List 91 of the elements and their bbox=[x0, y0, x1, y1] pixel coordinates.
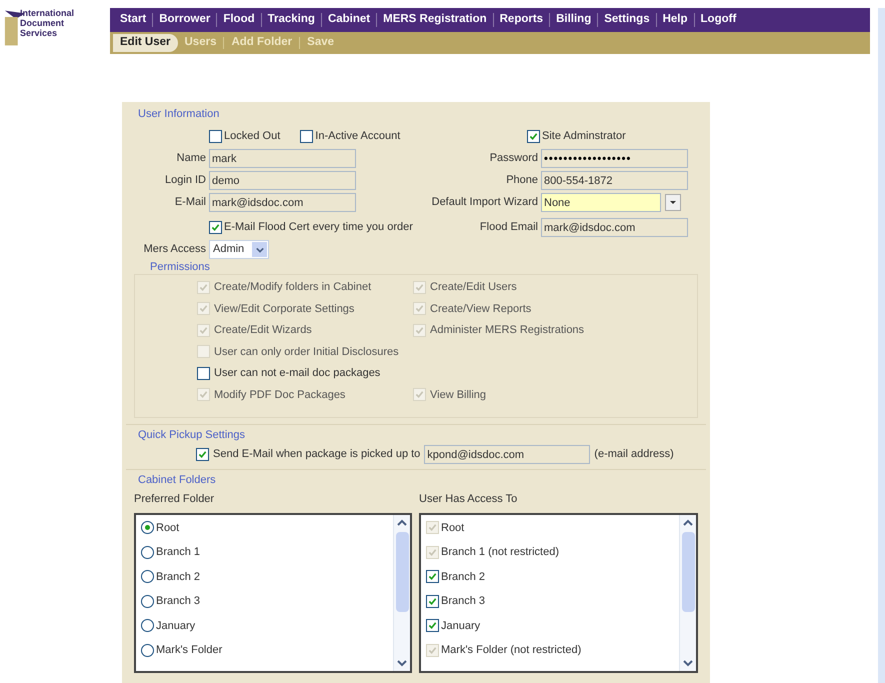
scroll-down-icon[interactable] bbox=[683, 658, 693, 668]
text-field[interactable]: mark bbox=[209, 149, 356, 168]
checkbox-label: View Billing bbox=[430, 388, 486, 402]
checkbox-label: E-Mail Flood Cert every time you order bbox=[224, 220, 413, 236]
checkbox[interactable] bbox=[426, 619, 439, 632]
text-field[interactable]: demo bbox=[209, 171, 356, 190]
list-label: Preferred Folder bbox=[134, 493, 214, 505]
field-label: Password bbox=[488, 151, 538, 166]
caret-icon bbox=[256, 246, 264, 254]
logo-text: Document bbox=[20, 18, 66, 28]
radio-button[interactable] bbox=[141, 644, 154, 657]
nav-link[interactable]: Settings bbox=[598, 11, 656, 29]
nav-link[interactable]: Cabinet bbox=[322, 11, 376, 29]
checkbox-label: User can only order Initial Disclosures bbox=[214, 344, 399, 360]
field-label: E-Mail bbox=[174, 195, 206, 210]
checkbox-label: Create/View Reports bbox=[430, 302, 532, 316]
checkbox[interactable] bbox=[196, 448, 209, 461]
nav-link[interactable]: Tracking bbox=[262, 11, 321, 29]
field-label: Mers Access bbox=[142, 242, 206, 258]
field-hint: (e-mail address) bbox=[594, 447, 674, 462]
checkbox[interactable] bbox=[426, 570, 439, 584]
checkbox-label: Create/Modify folders in Cabinet bbox=[214, 280, 372, 295]
scrollbar[interactable] bbox=[679, 514, 696, 670]
sub-nav-tab[interactable]: Edit User bbox=[113, 34, 178, 52]
field-label: Name bbox=[176, 151, 206, 166]
text-field[interactable]: mark@idsdoc.com bbox=[541, 218, 688, 237]
page-scrollbar[interactable] bbox=[878, 8, 885, 683]
checkbox-label: In-Active Account bbox=[315, 129, 400, 144]
nav-link[interactable]: Reports bbox=[494, 11, 550, 29]
radio-button[interactable] bbox=[141, 594, 154, 608]
radio-button[interactable] bbox=[141, 570, 154, 584]
text-field[interactable]: mark@idsdoc.com bbox=[209, 193, 356, 212]
text-field[interactable]: 800-554-1872 bbox=[541, 171, 688, 190]
checkbox[interactable] bbox=[209, 221, 222, 234]
folder-option: Branch 1 (not restricted) bbox=[441, 544, 559, 560]
folder-option: Mark's Folder bbox=[156, 642, 222, 658]
radio-button[interactable] bbox=[141, 546, 154, 559]
nav-link[interactable]: Borrower bbox=[153, 11, 216, 29]
email-field[interactable]: kpond@idsdoc.com bbox=[424, 445, 590, 464]
list-label: User Has Access To bbox=[419, 493, 518, 505]
scroll-up-icon[interactable] bbox=[683, 518, 693, 528]
scroll-down-icon[interactable] bbox=[397, 658, 407, 668]
folder-option: Branch 2 bbox=[441, 568, 486, 585]
field-label: Flood Email bbox=[480, 220, 538, 236]
folder-option: Branch 3 bbox=[441, 593, 486, 610]
checkbox-label: Create/Edit Users bbox=[430, 280, 517, 295]
folder-option: Root bbox=[441, 520, 464, 536]
checkbox-label: Create/Edit Wizards bbox=[214, 323, 312, 338]
checkbox-label: Administer MERS Registrations bbox=[430, 323, 584, 338]
radio-button[interactable] bbox=[141, 619, 154, 632]
folder-option: Mark's Folder (not restricted) bbox=[441, 642, 582, 658]
radio-button[interactable] bbox=[141, 521, 154, 534]
dropdown-field[interactable]: None bbox=[541, 193, 661, 212]
checkbox[interactable] bbox=[197, 366, 210, 380]
checkbox-label: Site Adminstrator bbox=[542, 129, 626, 144]
checkbox[interactable] bbox=[527, 130, 540, 143]
nav-link[interactable]: Flood bbox=[217, 11, 261, 29]
folder-option: January bbox=[156, 618, 196, 634]
nav-link[interactable]: MERS Registration bbox=[377, 11, 493, 29]
folder-option: Root bbox=[156, 520, 180, 536]
logo-text: Services bbox=[20, 28, 58, 38]
logo-text: International bbox=[20, 8, 74, 18]
checkbox[interactable] bbox=[426, 594, 439, 608]
checkbox-label: Locked Out bbox=[224, 129, 280, 144]
section-title: Permissions bbox=[150, 260, 211, 274]
folder-option: Branch 3 bbox=[156, 593, 200, 610]
checkbox-label: Modify PDF Doc Packages bbox=[214, 388, 346, 402]
checkbox[interactable] bbox=[300, 130, 314, 143]
nav-link[interactable]: Billing bbox=[550, 11, 598, 29]
nav-link[interactable]: Help bbox=[656, 11, 694, 29]
scrollbar[interactable] bbox=[393, 514, 410, 670]
password-field[interactable]: •••••••••••••••••• bbox=[541, 149, 688, 168]
field-label: Phone bbox=[505, 173, 538, 188]
scroll-up-icon[interactable] bbox=[397, 518, 407, 528]
section-title: User Information bbox=[138, 107, 220, 121]
dropdown-button[interactable] bbox=[665, 194, 681, 211]
checkbox-label: View/Edit Corporate Settings bbox=[214, 302, 354, 316]
checkbox-label: Send E-Mail when package is picked up to bbox=[213, 447, 420, 462]
folder-option: Branch 1 bbox=[156, 544, 200, 560]
section-title: Cabinet Folders bbox=[138, 473, 217, 487]
nav-link[interactable]: Start bbox=[114, 11, 152, 29]
field-label: Login ID bbox=[164, 173, 206, 188]
field-label: Default Import Wizard bbox=[430, 195, 538, 210]
dropdown-field[interactable]: Admin bbox=[209, 240, 269, 259]
checkbox-label: User can not e-mail doc packages bbox=[214, 366, 380, 381]
checkbox[interactable] bbox=[209, 130, 222, 143]
nav-link[interactable]: Logoff bbox=[694, 11, 742, 29]
folder-option: Branch 2 bbox=[156, 568, 200, 585]
folder-option: January bbox=[441, 618, 480, 634]
caret-icon bbox=[670, 201, 676, 204]
section-title: Quick Pickup Settings bbox=[138, 428, 246, 442]
